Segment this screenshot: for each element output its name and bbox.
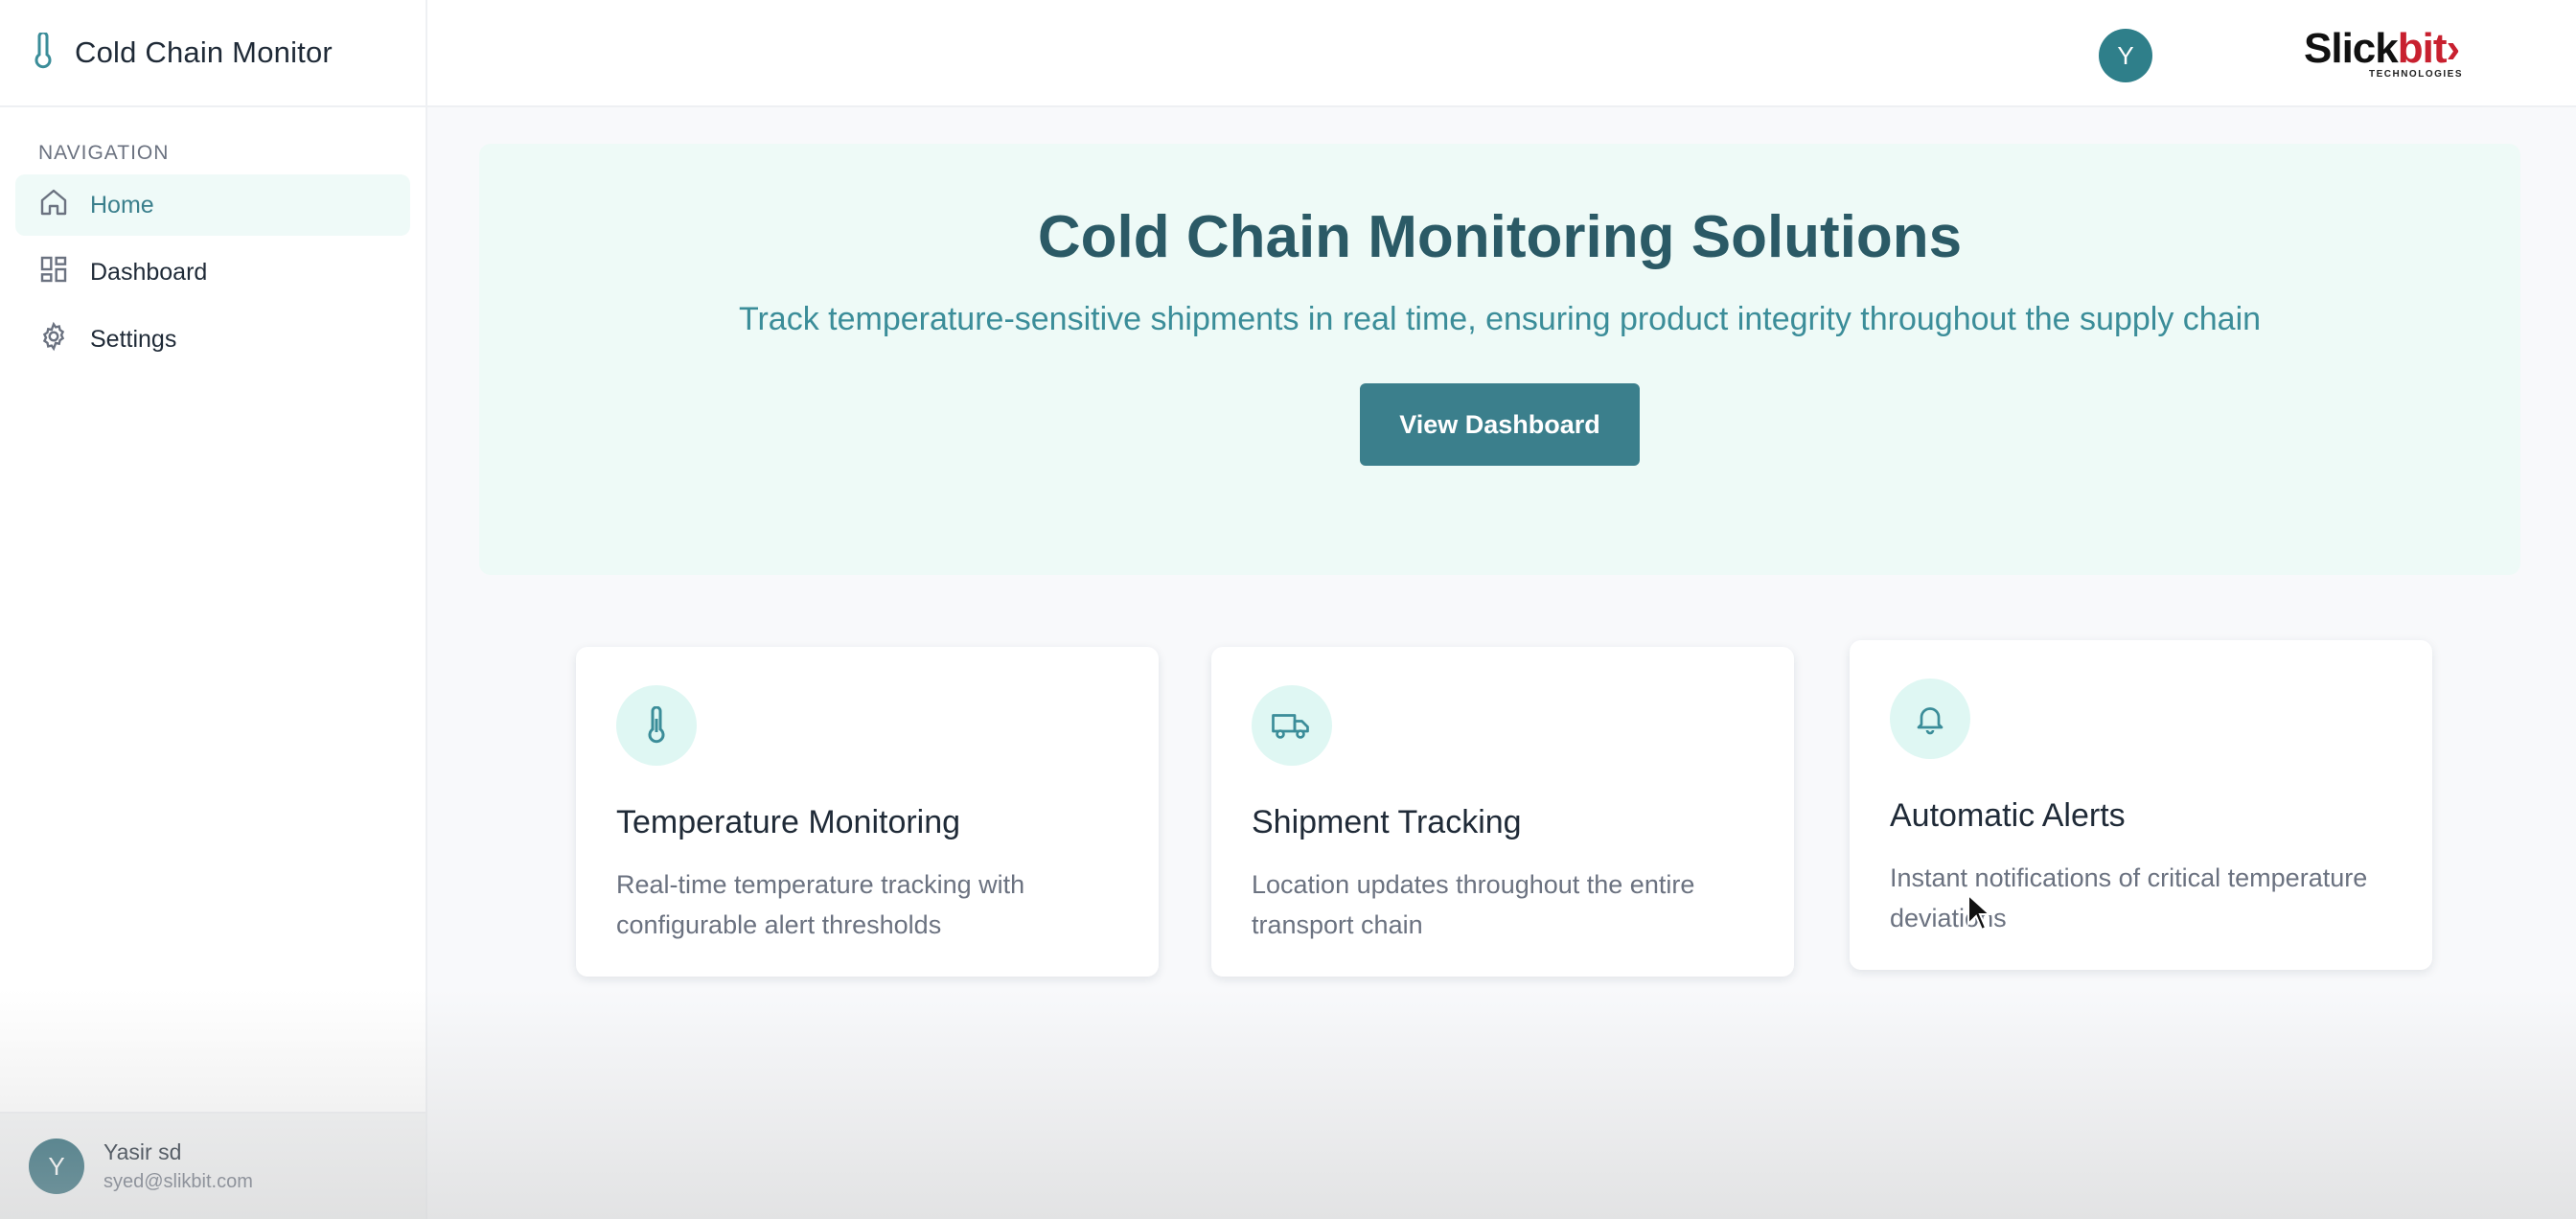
sidebar-nav: Home Dashboard Settings bbox=[0, 174, 426, 370]
feature-description: Location updates throughout the entire t… bbox=[1252, 870, 1695, 939]
sidebar-item-settings[interactable]: Settings bbox=[15, 309, 410, 370]
feature-card-temperature: Temperature Monitoring Real-time tempera… bbox=[576, 647, 1159, 977]
sidebar-item-label: Home bbox=[90, 191, 154, 218]
thermometer-icon bbox=[33, 31, 54, 74]
home-icon bbox=[38, 187, 69, 224]
feature-description: Instant notifications of critical temper… bbox=[1890, 863, 2368, 932]
company-logo: Slickbit› TECHNOLOGIES bbox=[2304, 25, 2476, 82]
sidebar: Cold Chain Monitor NAVIGATION Home Dashb… bbox=[0, 0, 427, 1219]
feature-card-shipment: Shipment Tracking Location updates throu… bbox=[1211, 647, 1794, 977]
top-avatar[interactable]: Y bbox=[2099, 29, 2152, 82]
hero-subtitle: Track temperature-sensitive shipments in… bbox=[738, 301, 2262, 337]
logo-subtext: TECHNOLOGIES bbox=[2368, 69, 2463, 80]
thermometer-icon bbox=[616, 685, 697, 766]
feature-card-alerts: Automatic Alerts Instant notifications o… bbox=[1850, 640, 2432, 970]
sidebar-item-label: Settings bbox=[90, 325, 177, 353]
sidebar-item-label: Dashboard bbox=[90, 258, 208, 286]
app-root: Cold Chain Monitor NAVIGATION Home Dashb… bbox=[0, 0, 2576, 1219]
user-name: Yasir sd bbox=[104, 1139, 182, 1164]
user-profile[interactable]: Y Yasir sd syed@slikbit.com bbox=[0, 1112, 426, 1219]
sidebar-item-home[interactable]: Home bbox=[15, 174, 410, 236]
logo-wordmark: Slickbit› bbox=[2304, 25, 2460, 72]
bell-icon bbox=[1890, 678, 1970, 759]
dashboard-icon bbox=[38, 254, 69, 291]
hero-title: Cold Chain Monitoring Solutions bbox=[1037, 204, 1963, 270]
avatar: Y bbox=[29, 1138, 84, 1194]
view-dashboard-button[interactable]: View Dashboard bbox=[1360, 383, 1640, 466]
truck-icon bbox=[1252, 685, 1332, 766]
gear-icon bbox=[38, 321, 69, 358]
feature-description: Real-time temperature tracking with conf… bbox=[616, 870, 1025, 939]
user-info: Yasir sd syed@slikbit.com bbox=[104, 1139, 253, 1193]
user-email: syed@slikbit.com bbox=[104, 1171, 253, 1192]
app-title: Cold Chain Monitor bbox=[75, 35, 333, 69]
feature-title: Shipment Tracking bbox=[1252, 804, 1522, 840]
feature-title: Temperature Monitoring bbox=[616, 804, 961, 840]
nav-section-label: NAVIGATION bbox=[38, 142, 170, 164]
brand[interactable]: Cold Chain Monitor bbox=[0, 0, 426, 107]
hero-banner: Cold Chain Monitoring Solutions Track te… bbox=[479, 144, 2520, 575]
topbar: Slickbit› TECHNOLOGIES bbox=[427, 0, 2576, 107]
mouse-cursor-icon bbox=[1966, 892, 1992, 936]
feature-title: Automatic Alerts bbox=[1890, 797, 2126, 834]
sidebar-item-dashboard[interactable]: Dashboard bbox=[15, 242, 410, 303]
